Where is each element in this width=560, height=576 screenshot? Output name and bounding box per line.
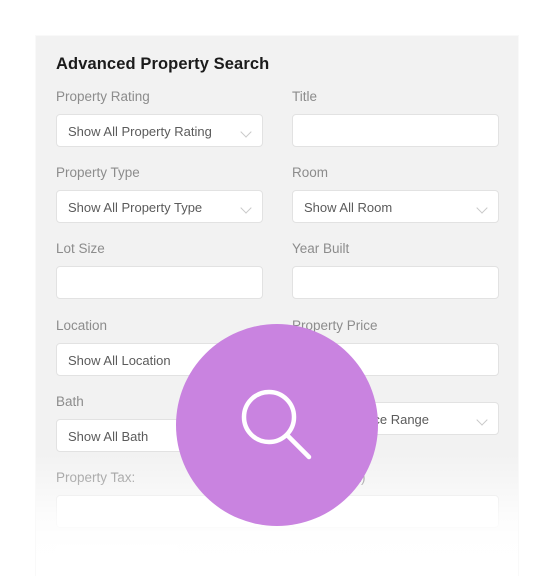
year-built-value — [304, 267, 479, 300]
field-room: Room Show All Room — [292, 164, 499, 223]
form-row: Property Rating Show All Property Rating… — [36, 88, 518, 164]
page-title: Advanced Property Search — [56, 55, 270, 73]
field-lot-size: Lot Size — [56, 240, 263, 299]
chevron-down-icon — [242, 128, 251, 137]
field-label-property-price: Property Price — [292, 318, 378, 333]
year-built-input[interactable] — [292, 266, 499, 299]
form-row: Lot Size Year Built — [36, 240, 518, 316]
chevron-down-icon — [478, 204, 487, 213]
chevron-down-icon — [478, 416, 487, 425]
submit-row: Search Property — [56, 545, 263, 575]
property-type-select[interactable]: Show All Property Type — [56, 190, 263, 223]
field-property-type: Property Type Show All Property Type — [56, 164, 263, 223]
property-rating-value: Show All Property Rating — [68, 124, 212, 139]
field-property-rating: Property Rating Show All Property Rating — [56, 88, 263, 147]
search-overlay-badge[interactable] — [176, 324, 378, 526]
field-label-year-built: Year Built — [292, 241, 350, 256]
field-label-room: Room — [292, 165, 329, 180]
field-label-property-rating: Property Rating — [56, 89, 150, 104]
room-select[interactable]: Show All Room — [292, 190, 499, 223]
field-label-title: Title — [292, 89, 318, 104]
search-icon — [241, 389, 312, 460]
lot-size-input[interactable] — [56, 266, 263, 299]
search-property-button[interactable]: Search Property — [56, 545, 178, 575]
property-type-value: Show All Property Type — [68, 200, 203, 215]
field-title: Title — [292, 88, 499, 147]
chevron-down-icon — [242, 204, 251, 213]
field-year-built: Year Built — [292, 240, 499, 299]
form-row: Property Type Show All Property Type Roo… — [36, 164, 518, 240]
lot-size-value — [68, 267, 243, 300]
title-input[interactable] — [292, 114, 499, 147]
property-rating-select[interactable]: Show All Property Rating — [56, 114, 263, 147]
field-label-lot-size: Lot Size — [56, 241, 105, 256]
field-label-location: Location — [56, 318, 108, 333]
title-value — [304, 115, 479, 148]
room-value: Show All Room — [304, 200, 393, 215]
field-label-property-type: Property Type — [56, 165, 140, 180]
